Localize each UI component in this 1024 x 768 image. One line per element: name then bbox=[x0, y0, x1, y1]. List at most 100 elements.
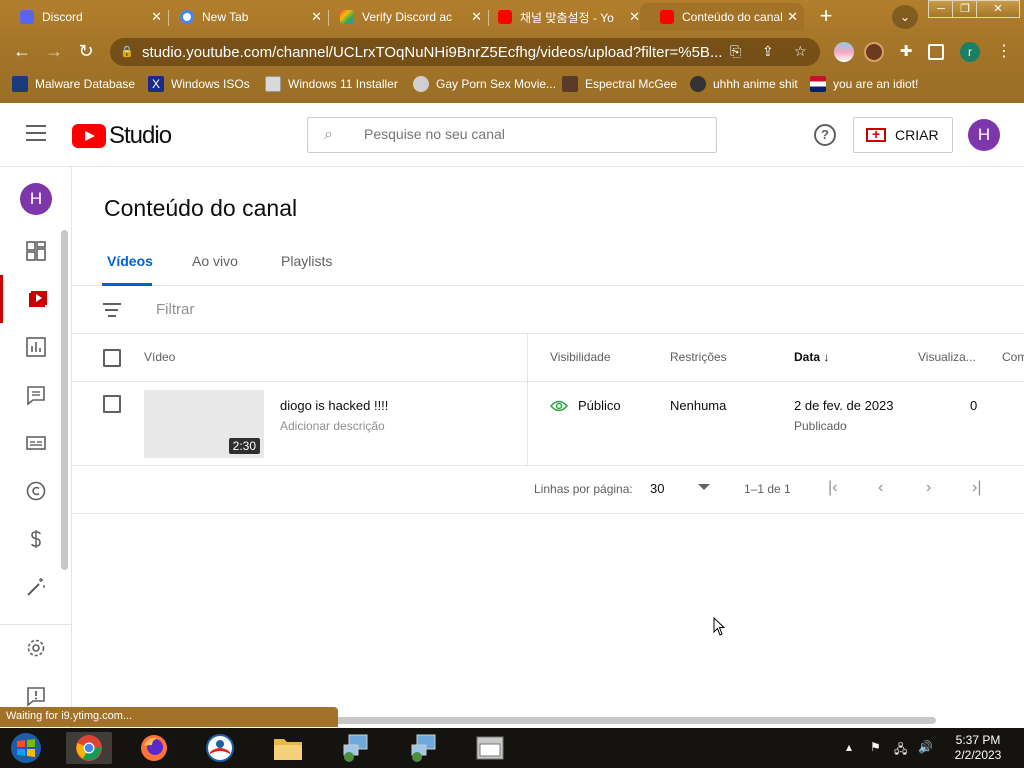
taskbar-app-circle[interactable] bbox=[200, 732, 240, 764]
comments-icon bbox=[27, 386, 45, 406]
hamburger-menu-icon[interactable] bbox=[26, 125, 46, 141]
url-text[interactable]: studio.youtube.com/channel/UCLrxTOqNuNHi… bbox=[142, 44, 722, 61]
restore-button[interactable]: ❐ bbox=[952, 0, 978, 18]
bookmark-windows-isos[interactable]: X Windows ISOs bbox=[148, 76, 250, 92]
taskbar-file-explorer[interactable] bbox=[268, 732, 308, 764]
tab-new-tab[interactable]: New Tab ✕ bbox=[160, 3, 328, 31]
subtitles-icon bbox=[26, 436, 46, 450]
account-avatar[interactable]: H bbox=[968, 119, 1000, 151]
bookmark-label: Gay Porn Sex Movie... bbox=[436, 77, 557, 91]
rows-per-page-value: 30 bbox=[650, 481, 665, 496]
action-center-flag-icon[interactable]: ⚑ bbox=[870, 740, 881, 754]
bookmark-espectral-mcgee[interactable]: Espectral McGee bbox=[562, 76, 677, 92]
volume-icon[interactable]: 🔊 bbox=[918, 740, 933, 754]
tab-videos[interactable]: Vídeos bbox=[107, 253, 153, 269]
translate-icon[interactable]: ⎘ bbox=[730, 43, 741, 60]
menu-kebab-icon[interactable]: ⋮ bbox=[994, 42, 1014, 62]
sidebar-item-customization[interactable] bbox=[0, 563, 72, 611]
taskbar-network-app[interactable] bbox=[336, 732, 376, 764]
column-views[interactable]: Visualiza... bbox=[918, 350, 976, 364]
next-page-icon[interactable]: › bbox=[926, 479, 931, 497]
dropdown-arrow-icon[interactable] bbox=[698, 484, 710, 490]
youtube-icon bbox=[660, 10, 674, 24]
tab-channel-content[interactable]: Conteúdo do canal ✕ bbox=[640, 3, 804, 31]
rows-per-page-select[interactable]: 30 bbox=[650, 481, 664, 496]
bookmark-you-are-an-idiot[interactable]: you are an idiot! bbox=[810, 76, 918, 92]
row-checkbox[interactable] bbox=[103, 395, 121, 413]
search-input[interactable] bbox=[364, 126, 704, 142]
close-window-button[interactable]: ✕ bbox=[976, 0, 1020, 18]
search-box[interactable]: ⌕ bbox=[307, 117, 717, 153]
last-page-icon[interactable]: ›| bbox=[972, 479, 981, 497]
eye-icon bbox=[550, 400, 568, 411]
tab-title: New Tab bbox=[202, 10, 249, 24]
bookmark-malware-database[interactable]: Malware Database bbox=[12, 76, 135, 92]
start-button[interactable] bbox=[6, 732, 46, 764]
table-row[interactable]: 2:30 diogo is hacked !!!! Adicionar desc… bbox=[72, 382, 1024, 466]
bookmark-4[interactable]: Gay Porn Sex Movie... bbox=[413, 76, 556, 92]
video-duration: 2:30 bbox=[228, 438, 260, 454]
first-page-icon[interactable]: |‹ bbox=[828, 479, 837, 497]
browser-status-bar: Waiting for i9.ytimg.com... bbox=[0, 707, 338, 727]
video-thumbnail[interactable]: 2:30 bbox=[144, 390, 264, 458]
bookmark-anime[interactable]: uhhh anime shit bbox=[690, 76, 798, 92]
horizontal-scrollbar[interactable] bbox=[322, 717, 936, 724]
date-status: Publicado bbox=[794, 419, 847, 433]
puzzle-icon[interactable]: ✚ bbox=[896, 42, 916, 62]
column-date[interactable]: Data ↓ bbox=[794, 350, 829, 364]
channel-avatar[interactable]: H bbox=[20, 183, 52, 215]
taskbar-control-panel[interactable] bbox=[470, 732, 510, 764]
minimize-button[interactable]: ─ bbox=[928, 0, 954, 18]
address-bar[interactable]: 🔒 studio.youtube.com/channel/UCLrxTOqNuN… bbox=[110, 38, 820, 66]
close-icon[interactable]: ✕ bbox=[787, 9, 798, 25]
help-icon[interactable]: ? bbox=[814, 124, 836, 146]
tab-verify-discord[interactable]: Verify Discord ac ✕ bbox=[320, 3, 488, 31]
tab-channel-settings[interactable]: 채널 맞춤설정 - Yo ✕ bbox=[478, 3, 646, 31]
filter-input[interactable]: Filtrar bbox=[156, 301, 194, 318]
column-date-label: Data bbox=[794, 350, 821, 364]
feedback-icon bbox=[27, 687, 45, 707]
back-button[interactable]: ← bbox=[10, 40, 34, 64]
filter-bar[interactable]: Filtrar bbox=[72, 286, 1024, 334]
tray-expand-icon[interactable]: ▴ bbox=[846, 740, 852, 754]
tab-live[interactable]: Ao vivo bbox=[192, 253, 238, 269]
prev-page-icon[interactable]: ‹ bbox=[878, 479, 883, 497]
youtube-studio-logo[interactable]: Studio bbox=[72, 122, 172, 150]
profile-avatar[interactable]: r bbox=[960, 42, 980, 62]
tab-search-button[interactable]: ⌄ bbox=[892, 5, 918, 29]
bookmarks-bar: Malware Database X Windows ISOs Windows … bbox=[0, 72, 1024, 96]
column-visibility[interactable]: Visibilidade bbox=[550, 350, 611, 364]
system-clock[interactable]: 5:37 PM 2/2/2023 bbox=[946, 733, 1010, 763]
video-title[interactable]: diogo is hacked !!!! bbox=[280, 398, 388, 413]
filter-icon[interactable] bbox=[103, 303, 121, 321]
tab-discord[interactable]: Discord ✕ bbox=[0, 3, 168, 31]
sidebar-item-settings[interactable] bbox=[0, 624, 72, 672]
create-label: CRIAR bbox=[895, 127, 939, 143]
column-comments[interactable]: Com bbox=[1002, 350, 1024, 364]
bookmark-star-icon[interactable]: ☆ bbox=[794, 43, 807, 60]
new-tab-button[interactable]: + bbox=[815, 5, 837, 28]
mouse-cursor-icon bbox=[713, 617, 726, 636]
network-icon[interactable]: 🖧 bbox=[894, 740, 907, 761]
side-panel-icon[interactable] bbox=[928, 44, 944, 60]
extension-avatar-icon[interactable] bbox=[864, 42, 884, 62]
share-icon[interactable]: ⇪ bbox=[762, 43, 774, 60]
taskbar-network-app-2[interactable] bbox=[404, 732, 444, 764]
bookmark-windows-11-installer[interactable]: Windows 11 Installer bbox=[265, 76, 398, 92]
add-description-link[interactable]: Adicionar descrição bbox=[280, 419, 385, 433]
select-all-checkbox[interactable] bbox=[103, 349, 121, 367]
reload-button[interactable]: ↻ bbox=[74, 40, 98, 64]
dollar-icon bbox=[31, 530, 41, 548]
extension-flag-icon[interactable] bbox=[834, 42, 854, 62]
bookmark-label: uhhh anime shit bbox=[713, 77, 798, 91]
sidebar-scrollbar[interactable] bbox=[61, 230, 68, 570]
tab-playlists[interactable]: Playlists bbox=[281, 253, 332, 269]
taskbar-chrome[interactable] bbox=[66, 732, 112, 764]
bookmark-label: Malware Database bbox=[35, 77, 136, 91]
column-restrictions[interactable]: Restrições bbox=[670, 350, 727, 364]
close-icon[interactable]: ✕ bbox=[629, 9, 640, 25]
forward-button[interactable]: → bbox=[42, 40, 66, 64]
visibility-cell[interactable]: Público bbox=[550, 398, 621, 413]
taskbar-firefox[interactable] bbox=[134, 732, 174, 764]
create-button[interactable]: CRIAR bbox=[853, 117, 953, 153]
